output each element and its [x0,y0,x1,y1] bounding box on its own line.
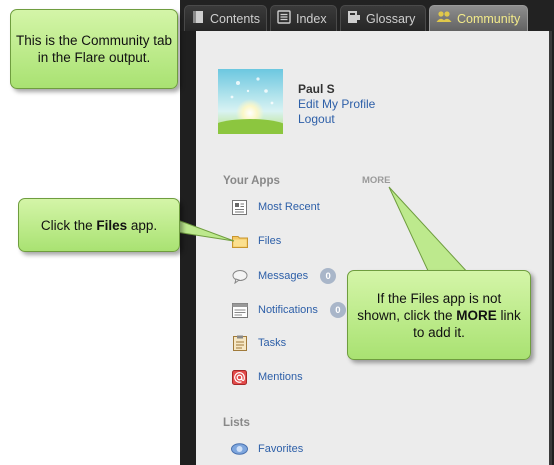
callout-text: Click the Files app. [41,217,157,234]
callout-text-suffix: app. [127,217,158,233]
callout-text-bold: MORE [456,307,497,323]
callout-community-tab: This is the Community tab in the Flare o… [10,9,178,89]
callout-text-prefix: Click the [40,217,97,233]
callout-text: This is the Community tab in the Flare o… [15,33,173,65]
callout-files-app: Click the Files app. [18,198,180,252]
callout-more-link: If the Files app is not shown, click the… [347,270,531,360]
callout-text: If the Files app is not shown, click the… [354,290,524,341]
callout-text-bold: Files [96,217,128,233]
